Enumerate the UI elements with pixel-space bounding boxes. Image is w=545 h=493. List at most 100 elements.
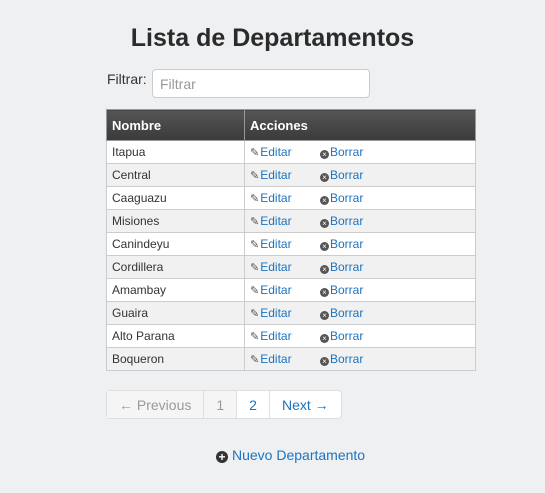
actions-cell: ✎Editar × Borrar — [244, 209, 476, 233]
remove-circle-icon: × — [320, 357, 329, 366]
table-row: Itapua ✎Editar × Borrar — [106, 140, 476, 164]
delete-link[interactable]: × Borrar — [320, 352, 363, 366]
edit-icon: ✎ — [250, 354, 260, 366]
edit-label: Editar — [260, 237, 292, 251]
page-1-button[interactable]: 1 — [204, 391, 238, 418]
actions-cell: ✎Editar × Borrar — [244, 347, 476, 371]
edit-link[interactable]: ✎Editar — [250, 260, 320, 274]
new-department-label: Nuevo Departamento — [232, 447, 366, 463]
edit-icon: ✎ — [250, 262, 260, 274]
delete-link[interactable]: × Borrar — [320, 191, 363, 205]
actions-cell: ✎Editar × Borrar — [244, 186, 476, 210]
actions-cell: ✎Editar × Borrar — [244, 324, 476, 348]
edit-label: Editar — [260, 168, 292, 182]
remove-circle-icon: × — [320, 219, 329, 228]
delete-label: Borrar — [330, 329, 364, 343]
edit-link[interactable]: ✎Editar — [250, 191, 320, 205]
edit-icon: ✎ — [250, 216, 260, 228]
department-name: Caaguazu — [106, 186, 245, 210]
table-row: Guaira ✎Editar × Borrar — [106, 301, 476, 325]
delete-link[interactable]: × Borrar — [320, 237, 363, 251]
pagination: ← Previous 1 2 Next → — [106, 390, 342, 419]
table-row: Central ✎Editar × Borrar — [106, 163, 476, 187]
new-department-link[interactable]: + Nuevo Departamento — [216, 447, 365, 463]
remove-circle-icon: × — [320, 265, 329, 274]
edit-link[interactable]: ✎Editar — [250, 237, 320, 251]
remove-circle-icon: × — [320, 150, 329, 159]
table-row: Canindeyu ✎Editar × Borrar — [106, 232, 476, 256]
department-name: Alto Parana — [106, 324, 245, 348]
delete-label: Borrar — [330, 237, 364, 251]
page-2-button[interactable]: 2 — [237, 391, 270, 418]
department-name: Itapua — [106, 140, 245, 164]
edit-icon: ✎ — [250, 285, 260, 297]
table-row: Cordillera ✎Editar × Borrar — [106, 255, 476, 279]
departments-table: Nombre Acciones Itapua ✎Editar × Borrar Cent… — [106, 109, 476, 371]
actions-cell: ✎Editar × Borrar — [244, 232, 476, 256]
department-name: Canindeyu — [106, 232, 245, 256]
edit-label: Editar — [260, 306, 292, 320]
edit-label: Editar — [260, 214, 292, 228]
edit-link[interactable]: ✎Editar — [250, 168, 320, 182]
page-title: Lista de Departamentos — [130, 24, 415, 52]
edit-icon: ✎ — [250, 239, 260, 251]
department-name: Amambay — [106, 278, 245, 302]
delete-label: Borrar — [330, 145, 364, 159]
table-row: Amambay ✎Editar × Borrar — [106, 278, 476, 302]
delete-label: Borrar — [330, 306, 364, 320]
edit-label: Editar — [260, 260, 292, 274]
table-row: Caaguazu ✎Editar × Borrar — [106, 186, 476, 210]
edit-link[interactable]: ✎Editar — [250, 145, 320, 159]
edit-label: Editar — [260, 191, 292, 205]
actions-cell: ✎Editar × Borrar — [244, 255, 476, 279]
edit-icon: ✎ — [250, 193, 260, 205]
delete-link[interactable]: × Borrar — [320, 283, 363, 297]
edit-link[interactable]: ✎Editar — [250, 283, 320, 297]
edit-label: Editar — [260, 329, 292, 343]
table-row: Boqueron ✎Editar × Borrar — [106, 347, 476, 371]
edit-icon: ✎ — [250, 147, 260, 159]
delete-link[interactable]: × Borrar — [320, 145, 363, 159]
edit-label: Editar — [260, 352, 292, 366]
next-page-button[interactable]: Next → — [270, 391, 341, 418]
department-name: Guaira — [106, 301, 245, 325]
edit-label: Editar — [260, 283, 292, 297]
delete-label: Borrar — [330, 260, 364, 274]
delete-link[interactable]: × Borrar — [320, 260, 363, 274]
edit-icon: ✎ — [250, 308, 260, 320]
delete-label: Borrar — [330, 283, 364, 297]
actions-cell: ✎Editar × Borrar — [244, 301, 476, 325]
delete-link[interactable]: × Borrar — [320, 306, 363, 320]
column-header-acciones: Acciones — [244, 109, 476, 141]
delete-label: Borrar — [330, 352, 364, 366]
column-header-nombre: Nombre — [106, 109, 245, 141]
table-row: Alto Parana ✎Editar × Borrar — [106, 324, 476, 348]
department-name: Cordillera — [106, 255, 245, 279]
edit-link[interactable]: ✎Editar — [250, 214, 320, 228]
filter-label: Filtrar: — [107, 71, 147, 87]
edit-link[interactable]: ✎Editar — [250, 306, 320, 320]
delete-label: Borrar — [330, 191, 364, 205]
actions-cell: ✎Editar × Borrar — [244, 163, 476, 187]
remove-circle-icon: × — [320, 242, 329, 251]
department-name: Boqueron — [106, 347, 245, 371]
table-header-row: Nombre Acciones — [106, 109, 476, 141]
edit-icon: ✎ — [250, 170, 260, 182]
actions-cell: ✎Editar × Borrar — [244, 140, 476, 164]
previous-page-button[interactable]: ← Previous — [107, 391, 205, 418]
delete-label: Borrar — [330, 214, 364, 228]
remove-circle-icon: × — [320, 311, 329, 320]
delete-label: Borrar — [330, 168, 364, 182]
remove-circle-icon: × — [320, 288, 329, 297]
remove-circle-icon: × — [320, 173, 329, 182]
edit-link[interactable]: ✎Editar — [250, 352, 320, 366]
table-row: Misiones ✎Editar × Borrar — [106, 209, 476, 233]
edit-icon: ✎ — [250, 331, 260, 343]
edit-link[interactable]: ✎Editar — [250, 329, 320, 343]
plus-circle-icon: + — [216, 451, 228, 463]
department-name: Misiones — [106, 209, 245, 233]
filter-input[interactable] — [152, 69, 370, 98]
delete-link[interactable]: × Borrar — [320, 329, 363, 343]
delete-link[interactable]: × Borrar — [320, 168, 363, 182]
delete-link[interactable]: × Borrar — [320, 214, 363, 228]
